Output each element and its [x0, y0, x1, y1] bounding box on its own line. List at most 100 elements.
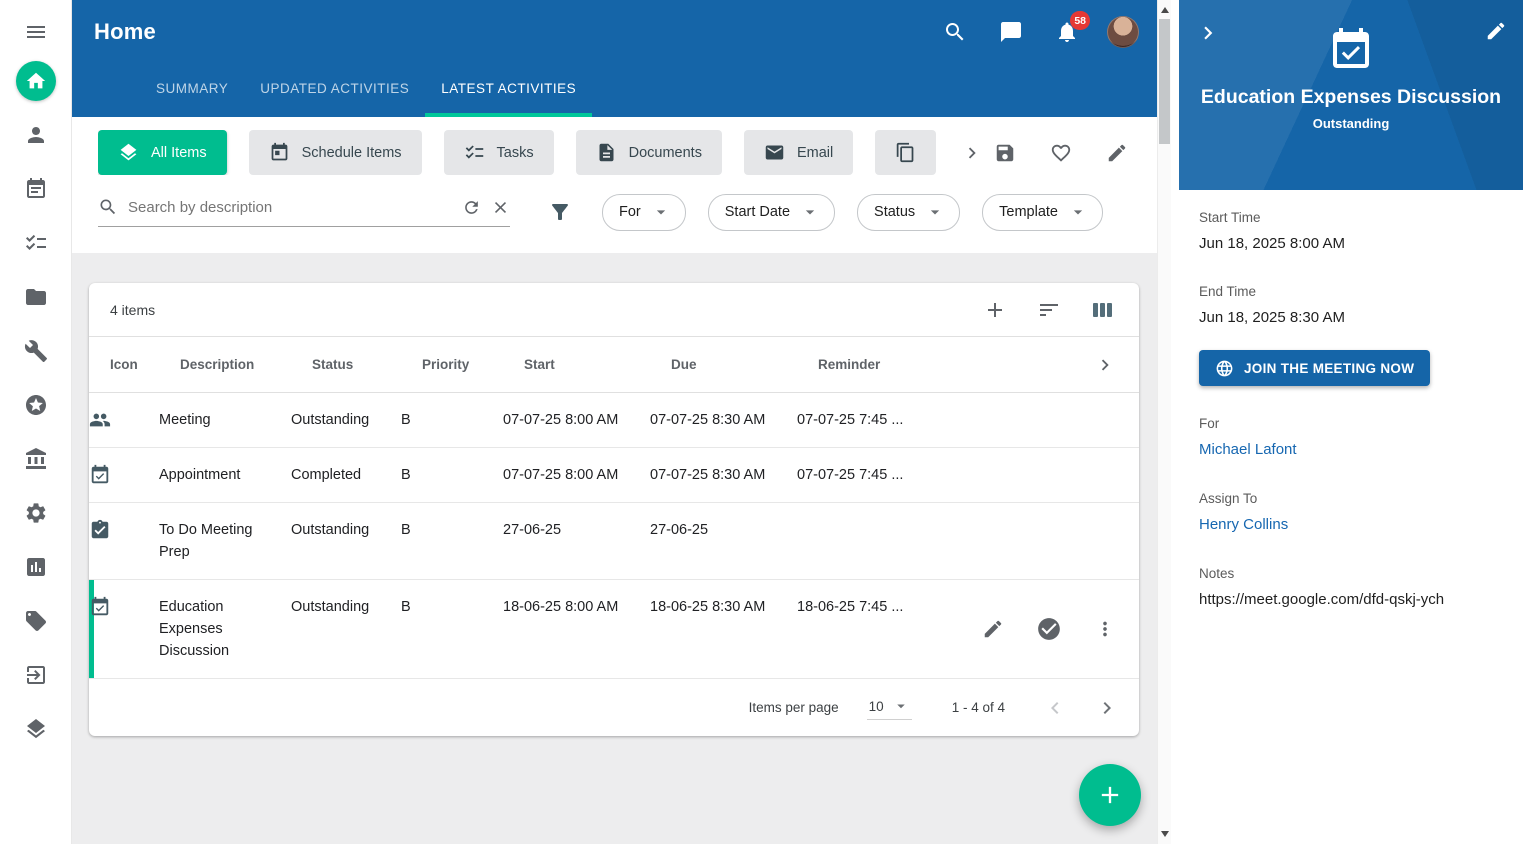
- edit-activity-button[interactable]: [1481, 16, 1511, 46]
- tab-summary[interactable]: SUMMARY: [140, 64, 244, 117]
- toolbar-scroll-right-button[interactable]: [958, 135, 985, 171]
- people-icon: [89, 409, 147, 431]
- clear-search-button[interactable]: [491, 198, 510, 217]
- row-reminder: 07-07-25 7:45 ...: [797, 464, 1091, 486]
- schedule-items-button[interactable]: Schedule Items: [249, 130, 422, 175]
- assign-to-link[interactable]: Henry Collins: [1199, 516, 1288, 533]
- sidebar-item-settings[interactable]: [0, 486, 72, 540]
- scroll-down-button[interactable]: [1158, 826, 1171, 842]
- column-header-description[interactable]: Description: [180, 357, 312, 372]
- sidebar-item-tags[interactable]: [0, 594, 72, 648]
- copy-items-button[interactable]: [875, 130, 936, 175]
- sidebar-item-reports[interactable]: [0, 540, 72, 594]
- toolbar-scroll-region: All Items Schedule Items Tasks Documents…: [98, 130, 946, 175]
- for-contact-link[interactable]: Michael Lafont: [1199, 441, 1297, 458]
- all-items-button[interactable]: All Items: [98, 130, 227, 175]
- filter-button[interactable]: [548, 200, 572, 224]
- sidebar-item-tools[interactable]: [0, 324, 72, 378]
- tab-updated-activities[interactable]: UPDATED ACTIVITIES: [244, 64, 425, 117]
- app-root: Home 58 SUMMARY UPDATED ACTIVITIES LATES…: [0, 0, 1523, 844]
- row-status: Outstanding: [291, 519, 401, 541]
- row-description: Meeting: [159, 409, 291, 431]
- sidebar-item-favorites[interactable]: [0, 378, 72, 432]
- table-row-selected[interactable]: Education Expenses Discussion Outstandin…: [89, 580, 1139, 679]
- scroll-up-button[interactable]: [1158, 2, 1171, 18]
- sidebar-item-documents[interactable]: [0, 270, 72, 324]
- search-icon: [98, 197, 118, 217]
- end-time-label: End Time: [1199, 284, 1503, 299]
- row-due: 27-06-25: [650, 519, 797, 541]
- row-start: 18-06-25 8:00 AM: [503, 596, 650, 618]
- favorite-button[interactable]: [1041, 133, 1081, 173]
- chat-icon: [999, 20, 1023, 44]
- previous-page-button[interactable]: [1039, 692, 1071, 724]
- column-header-icon[interactable]: Icon: [110, 357, 180, 372]
- user-avatar[interactable]: [1107, 16, 1139, 48]
- start-date-dropdown[interactable]: Start Date: [708, 194, 835, 231]
- sidebar-item-sign-out[interactable]: [0, 648, 72, 702]
- sidebar-item-accounts[interactable]: [0, 432, 72, 486]
- next-page-button[interactable]: [1091, 692, 1123, 724]
- save-view-button[interactable]: [985, 133, 1025, 173]
- column-header-priority[interactable]: Priority: [422, 357, 524, 372]
- column-header-status[interactable]: Status: [312, 357, 422, 372]
- chevron-right-icon: [1094, 354, 1116, 376]
- column-header-start[interactable]: Start: [524, 357, 671, 372]
- add-item-button[interactable]: [981, 296, 1009, 324]
- wrench-icon: [24, 339, 48, 363]
- edit-view-button[interactable]: [1097, 133, 1137, 173]
- documents-button[interactable]: Documents: [576, 130, 722, 175]
- vertical-scrollbar[interactable]: [1157, 0, 1171, 844]
- sidebar-item-home[interactable]: [0, 54, 72, 108]
- notifications-button[interactable]: 58: [1051, 16, 1083, 48]
- sidebar-item-groups[interactable]: [0, 702, 72, 756]
- search-button[interactable]: [939, 16, 971, 48]
- detail-panel-body: Start Time Jun 18, 2025 8:00 AM End Time…: [1179, 190, 1523, 844]
- tasks-button[interactable]: Tasks: [444, 130, 554, 175]
- complete-row-button[interactable]: [1035, 615, 1063, 643]
- email-button[interactable]: Email: [744, 130, 853, 175]
- edit-row-button[interactable]: [979, 615, 1007, 643]
- columns-button[interactable]: [1089, 296, 1117, 324]
- row-menu-button[interactable]: [1091, 615, 1119, 643]
- refresh-button[interactable]: [462, 198, 481, 217]
- messages-button[interactable]: [995, 16, 1027, 48]
- table-row[interactable]: Meeting Outstanding B 07-07-25 8:00 AM 0…: [89, 393, 1139, 448]
- template-dropdown[interactable]: Template: [982, 194, 1103, 231]
- header-scroll-right-button[interactable]: [1091, 351, 1119, 379]
- tab-latest-activities[interactable]: LATEST ACTIVITIES: [425, 64, 592, 117]
- sidebar-item-profile[interactable]: [0, 108, 72, 162]
- search-icon: [943, 20, 967, 44]
- sidebar-item-tasks[interactable]: [0, 216, 72, 270]
- column-header-due[interactable]: Due: [671, 357, 818, 372]
- content-area: 4 items Icon Description Status Priority…: [72, 253, 1157, 844]
- chevron-down-icon: [651, 202, 671, 222]
- pencil-icon: [1106, 142, 1128, 164]
- refresh-icon: [462, 198, 481, 217]
- more-vert-icon: [1094, 618, 1116, 640]
- search-input[interactable]: [128, 199, 452, 216]
- columns-icon: [1091, 298, 1115, 322]
- bank-icon: [24, 447, 48, 471]
- row-status: Outstanding: [291, 409, 401, 431]
- layers-icon: [118, 142, 139, 163]
- status-dropdown[interactable]: Status: [857, 194, 960, 231]
- filter-chips: For Start Date Status Template: [602, 194, 1103, 231]
- chevron-down-icon: [800, 202, 820, 222]
- page-title: Home: [94, 19, 156, 45]
- sidebar-item-calendar[interactable]: [0, 162, 72, 216]
- add-activity-fab[interactable]: [1079, 764, 1141, 826]
- for-dropdown[interactable]: For: [602, 194, 686, 231]
- column-header-reminder[interactable]: Reminder: [818, 357, 1091, 372]
- sort-button[interactable]: [1035, 296, 1063, 324]
- table-row[interactable]: To Do Meeting Prep Outstanding B 27-06-2…: [89, 503, 1139, 580]
- row-description: Education Expenses Discussion: [159, 596, 291, 662]
- join-meeting-button[interactable]: JOIN THE MEETING NOW: [1199, 350, 1430, 386]
- menu-button[interactable]: [0, 10, 72, 54]
- paginator: Items per page 10 1 - 4 of 4: [89, 679, 1139, 736]
- collapse-panel-button[interactable]: [1193, 18, 1223, 48]
- scrollbar-thumb[interactable]: [1159, 19, 1170, 144]
- chevron-down-icon: [892, 697, 910, 715]
- items-per-page-select[interactable]: 10: [867, 695, 912, 720]
- table-row[interactable]: Appointment Completed B 07-07-25 8:00 AM…: [89, 448, 1139, 503]
